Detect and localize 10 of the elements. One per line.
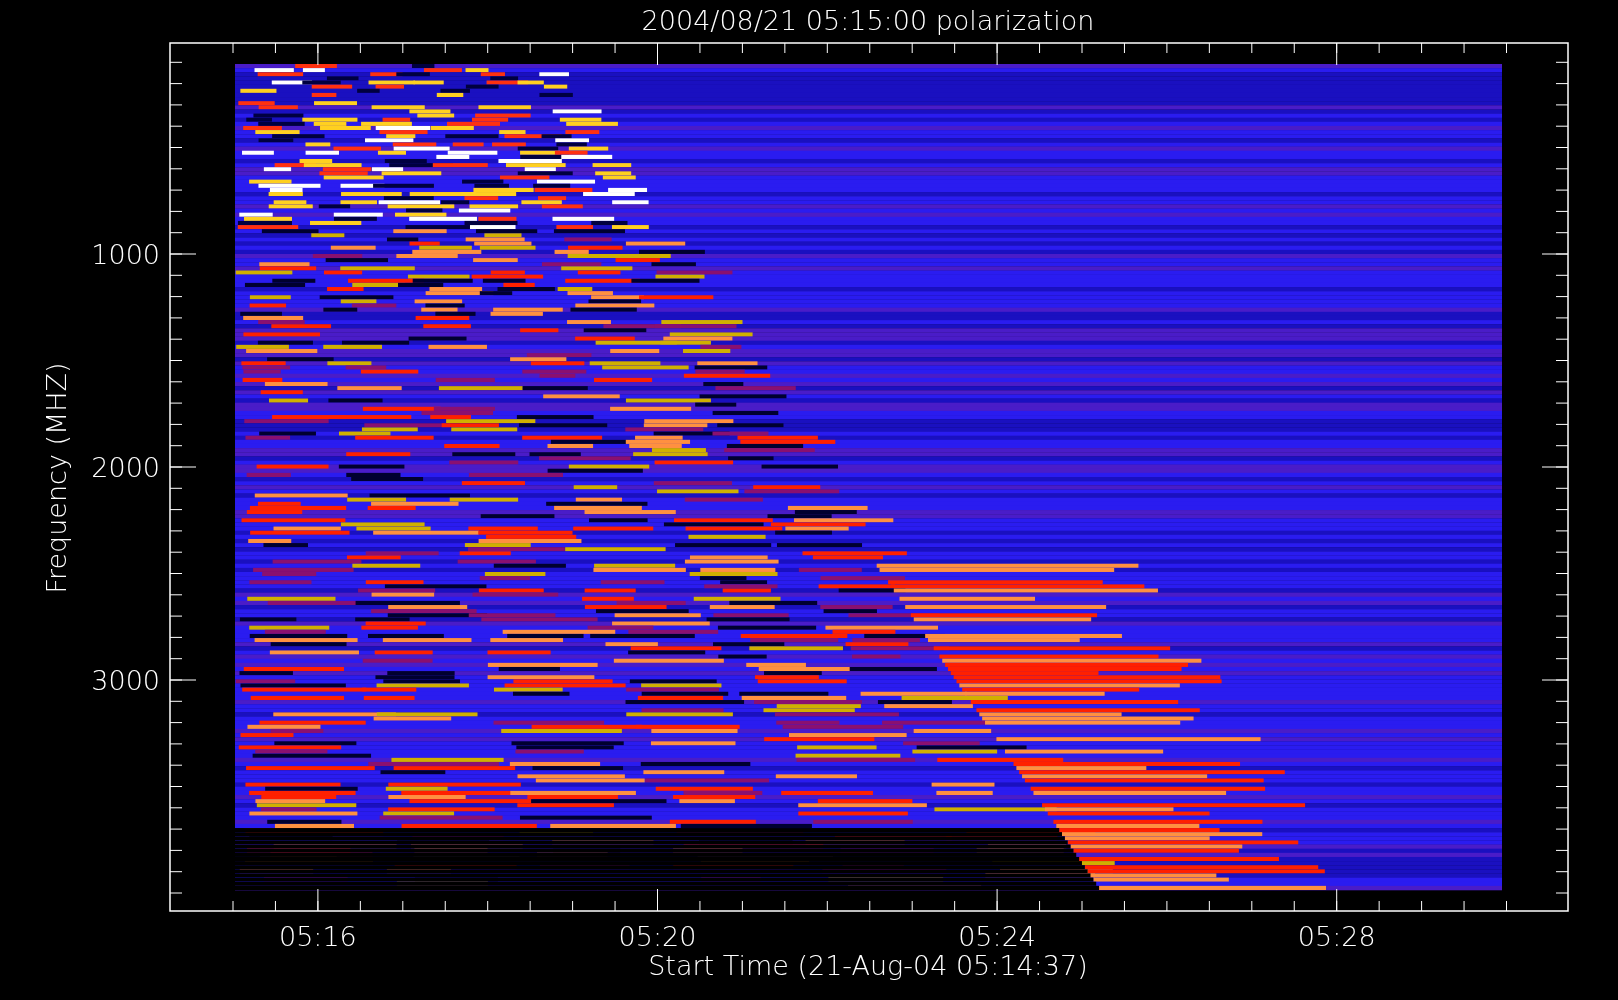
axis-label: Start Time (21-Aug-04 05:14:37) (648, 950, 1088, 981)
chart-title: 2004/08/21 05:15:00 polarization (641, 5, 1095, 36)
tick-label: 05:28 (1297, 921, 1376, 952)
tick-label: 2000 (91, 452, 160, 483)
tick-label: 3000 (91, 665, 160, 696)
tick-label: 1000 (91, 239, 160, 270)
tick-label: 05:16 (279, 921, 357, 952)
axis-label: Frequency (MHZ) (41, 362, 72, 594)
tick-label: 05:24 (958, 921, 1036, 952)
tick-label: 05:20 (618, 921, 697, 952)
